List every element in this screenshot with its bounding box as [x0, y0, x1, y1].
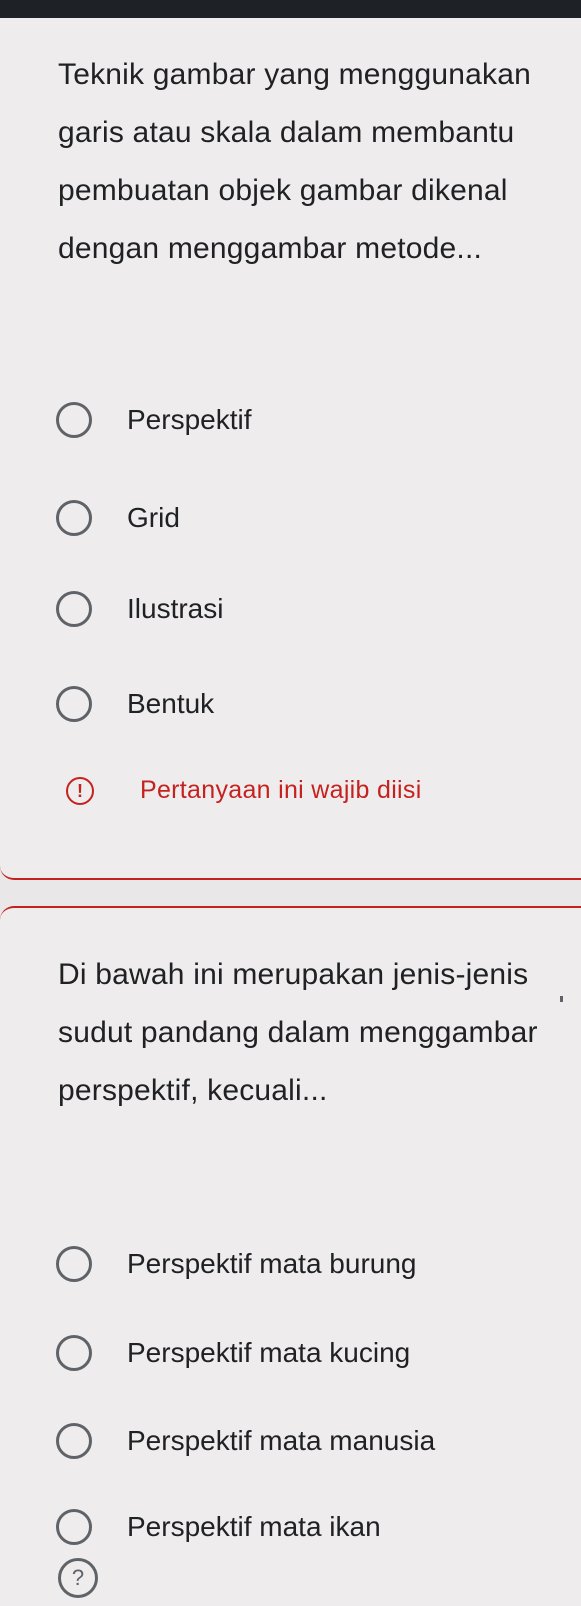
option-perspektif[interactable]: Perspektif	[56, 395, 556, 445]
radio-unchecked-icon[interactable]	[56, 686, 92, 722]
radio-unchecked-icon[interactable]	[56, 500, 92, 536]
radio-unchecked-icon[interactable]	[56, 402, 92, 438]
help-circle-icon[interactable]: ?	[58, 1558, 98, 1598]
question-1-text: Teknik gambar yang menggunakan garis ata…	[58, 58, 531, 265]
form-screen: Teknik gambar yang menggunakan garis ata…	[0, 18, 581, 1606]
option-label: Grid	[127, 502, 180, 533]
option-perspektif-mata-burung[interactable]: Perspektif mata burung	[56, 1239, 556, 1289]
option-label: Perspektif mata burung	[127, 1248, 417, 1279]
radio-unchecked-icon[interactable]	[56, 1246, 92, 1282]
option-perspektif-mata-ikan[interactable]: Perspektif mata ikan	[56, 1502, 556, 1552]
option-label: Perspektif	[127, 404, 252, 435]
option-label: Perspektif mata kucing	[127, 1337, 411, 1368]
option-perspektif-mata-kucing[interactable]: Perspektif mata kucing	[56, 1328, 556, 1378]
question-2-text: Di bawah ini merupakan jenis-jenis sudut…	[58, 958, 538, 1107]
option-label: Ilustrasi	[127, 593, 224, 624]
option-grid[interactable]: Grid	[56, 493, 556, 543]
scroll-indicator	[560, 996, 563, 1002]
option-perspektif-mata-manusia[interactable]: Perspektif mata manusia	[56, 1416, 556, 1466]
radio-unchecked-icon[interactable]	[56, 1335, 92, 1371]
radio-unchecked-icon[interactable]	[56, 1423, 92, 1459]
option-label: Bentuk	[127, 688, 215, 719]
option-label: Perspektif mata manusia	[127, 1425, 436, 1456]
radio-unchecked-icon[interactable]	[56, 591, 92, 627]
option-bentuk[interactable]: Bentuk	[56, 679, 556, 729]
alert-circle-icon: !	[66, 776, 94, 805]
required-message: Pertanyaan ini wajib diisi	[140, 776, 422, 804]
question-card-2: Di bawah ini merupakan jenis-jenis sudut…	[0, 906, 581, 1606]
question-card-1: Teknik gambar yang menggunakan garis ata…	[0, 18, 581, 880]
option-label: Perspektif mata ikan	[127, 1511, 381, 1542]
option-ilustrasi[interactable]: Ilustrasi	[56, 584, 556, 634]
required-warning: ! Pertanyaan ini wajib diisi	[66, 776, 422, 805]
radio-unchecked-icon[interactable]	[56, 1509, 92, 1545]
